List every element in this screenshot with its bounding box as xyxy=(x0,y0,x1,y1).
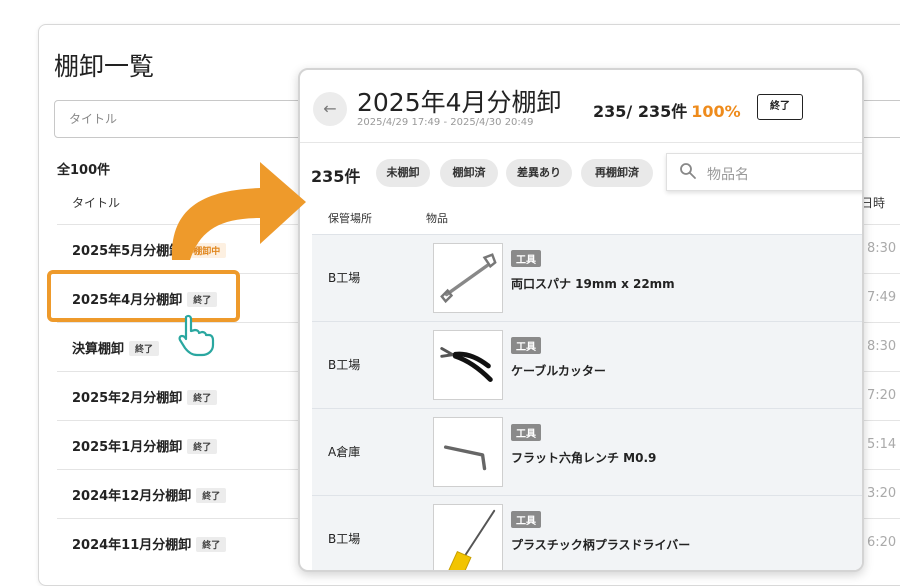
pointer-hand-icon xyxy=(178,314,215,357)
curved-arrow-icon xyxy=(171,162,306,260)
item-thumbnail xyxy=(433,330,503,400)
column-header-date: 日時 xyxy=(861,196,886,210)
item-category-badge: 工具 xyxy=(511,337,541,354)
filter-chip-uncounted[interactable]: 未棚卸 xyxy=(376,159,430,187)
arrow-left-icon: ← xyxy=(323,99,337,118)
hex-key-icon xyxy=(443,445,487,471)
status-badge: 終了 xyxy=(187,390,218,405)
search-placeholder: 物品名 xyxy=(707,167,749,183)
item-thumbnail xyxy=(433,243,503,313)
row-title: 2024年12月分棚卸 終了 xyxy=(72,485,227,504)
status-badge: 終了 xyxy=(187,439,218,454)
row-title: 2024年11月分棚卸 終了 xyxy=(72,534,227,553)
item-row[interactable]: B工場 工具 両口スパナ 19mm x 22mm xyxy=(312,234,862,321)
item-name: プラスチック柄プラスドライバー xyxy=(511,538,691,552)
status-badge: 終了 xyxy=(196,537,227,552)
item-row[interactable]: B工場 工具 ケーブルカッター xyxy=(312,321,862,408)
inventory-detail-panel: ← 2025年4月分棚卸 2025/4/29 17:49 - 2025/4/30… xyxy=(298,68,864,572)
row-date: 7:20 - xyxy=(867,388,900,403)
row-date: 7:49 - xyxy=(867,290,900,305)
status-badge: 終了 xyxy=(757,94,803,120)
header-divider xyxy=(300,142,862,143)
row-date: 5:14 - xyxy=(867,437,900,452)
item-category-badge: 工具 xyxy=(511,511,541,528)
item-search-input[interactable]: 物品名 xyxy=(666,153,862,191)
back-button[interactable]: ← xyxy=(313,92,347,126)
column-header-item: 物品 xyxy=(426,212,448,225)
item-name: フラット六角レンチ M0.9 xyxy=(511,451,657,465)
detail-period: 2025/4/29 17:49 - 2025/4/30 20:49 xyxy=(357,117,534,128)
filter-chip-recounted[interactable]: 再棚卸済 xyxy=(581,159,653,187)
page-title: 棚卸一覧 xyxy=(54,52,155,81)
screwdriver-icon xyxy=(448,509,496,570)
item-category-badge: 工具 xyxy=(511,250,541,267)
item-thumbnail xyxy=(433,504,503,570)
row-title: 決算棚卸 終了 xyxy=(72,338,160,357)
row-date: 3:20 xyxy=(867,486,897,501)
item-category-badge: 工具 xyxy=(511,424,541,441)
item-name: ケーブルカッター xyxy=(511,364,606,378)
filter-chip-counted[interactable]: 棚卸済 xyxy=(440,159,498,187)
total-count: 全100件 xyxy=(57,163,111,178)
item-location: A倉庫 xyxy=(328,445,361,459)
row-date: 6:20 xyxy=(867,535,897,550)
cable-cutter-icon xyxy=(440,347,493,382)
item-row[interactable]: A倉庫 工具 フラット六角レンチ M0.9 xyxy=(312,408,862,495)
filter-chip-discrepancy[interactable]: 差異あり xyxy=(506,159,572,187)
progress-percent: 100% xyxy=(691,102,741,121)
detail-title: 2025年4月分棚卸 xyxy=(357,88,562,117)
row-title: 2025年1月分棚卸 終了 xyxy=(72,436,218,455)
row-title: 2025年2月分棚卸 終了 xyxy=(72,387,218,406)
status-badge: 終了 xyxy=(196,488,227,503)
status-badge: 終了 xyxy=(129,341,160,356)
search-icon xyxy=(680,163,696,179)
row-date: 8:30 - xyxy=(867,241,900,256)
column-header-title: タイトル xyxy=(72,196,121,210)
item-row[interactable]: B工場 工具 プラスチック柄プラスドライバー xyxy=(312,495,862,570)
item-location: B工場 xyxy=(328,358,361,372)
wrench-icon xyxy=(440,253,497,304)
row-date: 8:30 - xyxy=(867,339,900,354)
progress-summary: 235/ 235件 100% xyxy=(593,102,741,121)
item-thumbnail xyxy=(433,417,503,487)
item-name: 両口スパナ 19mm x 22mm xyxy=(511,277,675,291)
item-location: B工場 xyxy=(328,532,361,546)
